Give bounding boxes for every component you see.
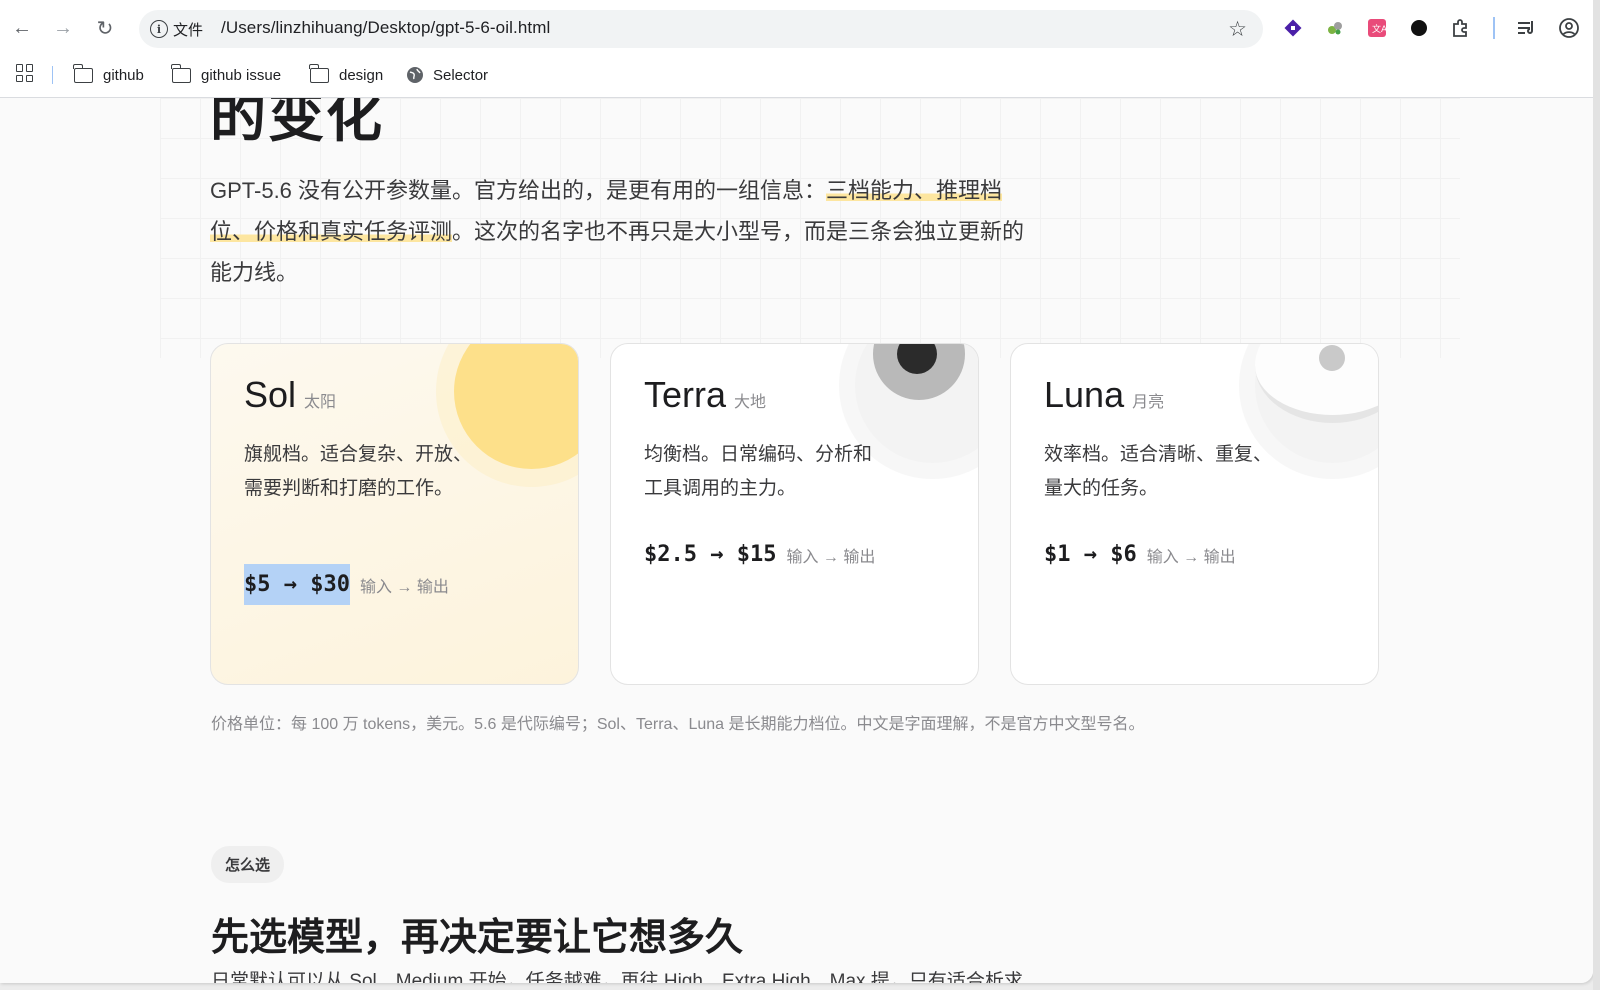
price-footnote: 价格单位：每 100 万 tokens，美元。5.6 是代际编号；Sol、Ter… — [211, 716, 1145, 733]
globe-icon — [407, 67, 423, 83]
bookmark-label: design — [339, 66, 384, 84]
extension-diamond-icon[interactable] — [1282, 17, 1304, 39]
card-description: 旗舰档。适合复杂、开放、需要判断和打磨的工作。 — [244, 444, 473, 499]
bookmark-github[interactable]: github — [73, 62, 144, 88]
toolbar-divider — [1493, 17, 1495, 39]
folder-icon — [309, 63, 329, 83]
card-description: 均衡档。日常编码、分析和工具调用的主力。 — [644, 444, 873, 499]
apps-grid-icon[interactable] — [16, 64, 34, 82]
section-intro-text: 日常默认可以从 Sol、Medium 开始，任务越难，再往 High、Extra… — [211, 971, 1023, 983]
moon-crater-illustration — [1319, 345, 1345, 371]
bookmarks-divider — [52, 66, 53, 84]
card-price: $5 → $30 输入 → 输出 — [244, 564, 449, 605]
url-text[interactable]: /Users/linzhihuang/Desktop/gpt-5-6-oil.h… — [221, 18, 550, 38]
price-note: 输入 → 输出 — [1146, 548, 1236, 566]
card-price: $2.5 → $15 输入 → 输出 — [644, 534, 875, 575]
url-chip[interactable]: 文件 — [173, 19, 203, 40]
reload-icon[interactable]: ↻ — [91, 14, 119, 42]
card-sol: Sol 太阳 旗舰档。适合复杂、开放、需要判断和打磨的工作。 $5 → $30 输… — [210, 343, 579, 685]
bookmark-design[interactable]: design — [309, 62, 384, 88]
card-subtitle: 太阳 — [304, 394, 337, 411]
price-note: 输入 → 输出 — [786, 548, 876, 566]
card-subtitle: 月亮 — [1132, 394, 1165, 411]
reading-list-icon[interactable] — [1515, 17, 1537, 39]
extension-dot-icon[interactable] — [1408, 17, 1430, 39]
bookmark-star-icon[interactable]: ☆ — [1228, 17, 1247, 42]
forward-icon[interactable]: → — [49, 14, 77, 42]
intro-highlight: 三档能力、推理档 — [826, 178, 1003, 203]
price-value: $1 → $6 — [1044, 542, 1137, 567]
bookmark-label: github issue — [201, 66, 282, 84]
profile-icon[interactable] — [1558, 17, 1580, 39]
price-note: 输入 → 输出 — [359, 578, 449, 596]
card-price: $1 → $6 输入 → 输出 — [1044, 534, 1236, 575]
bookmark-label: github — [103, 66, 144, 84]
browser-toolbar: ← → ↻ i 文件 /Users/linzhihuang/Desktop/gp… — [0, 0, 1593, 56]
bookmark-label: Selector — [433, 66, 489, 84]
folder-icon — [73, 63, 93, 83]
svg-text:文A: 文A — [1372, 23, 1387, 35]
info-icon[interactable]: i — [150, 20, 168, 38]
hero-title: 的变化 — [210, 98, 384, 148]
extension-translate-icon[interactable]: 文A — [1366, 17, 1388, 39]
card-terra: Terra 大地 均衡档。日常编码、分析和工具调用的主力。 $2.5 → $15 … — [610, 343, 979, 685]
price-value: $5 → $30 — [244, 564, 350, 605]
section-tag: 怎么选 — [211, 846, 285, 883]
price-value: $2.5 → $15 — [644, 542, 777, 567]
intro-text: 。这次的名字也不再只是大小型号，而是三条会独立更新的 — [452, 219, 1025, 244]
card-title: Sol 太阳 — [244, 374, 337, 415]
intro-text: GPT-5.6 没有公开参数量。官方给出的，是更有用的一组信息： — [210, 178, 827, 203]
intro-text: 能力线。 — [210, 260, 299, 285]
window-edge — [1593, 0, 1600, 990]
extension-puzzle-color-icon[interactable] — [1324, 17, 1346, 39]
page-content: 的变化 GPT-5.6 没有公开参数量。官方给出的，是更有用的一组信息：三档能力… — [0, 98, 1593, 983]
card-description: 效率档。适合清晰、重复、量大的任务。 — [1044, 444, 1273, 499]
extensions-puzzle-icon[interactable] — [1450, 17, 1472, 39]
back-icon[interactable]: ← — [8, 14, 36, 42]
card-title: Luna 月亮 — [1044, 374, 1165, 415]
card-subtitle: 大地 — [734, 394, 767, 411]
intro-highlight: 位、价格和真实任务评测 — [210, 219, 453, 244]
address-bar[interactable]: i 文件 /Users/linzhihuang/Desktop/gpt-5-6-… — [139, 10, 1263, 48]
card-luna: Luna 月亮 效率档。适合清晰、重复、量大的任务。 $1 → $6 输入 → 输… — [1010, 343, 1379, 685]
card-title: Terra 大地 — [644, 374, 767, 415]
bookmark-github-issue[interactable]: github issue — [171, 62, 282, 88]
section-title: 先选模型，再决定要让它想多久 — [211, 917, 744, 959]
bookmark-selector[interactable]: Selector — [406, 62, 488, 88]
folder-icon — [171, 63, 191, 83]
intro-paragraph: GPT-5.6 没有公开参数量。官方给出的，是更有用的一组信息：三档能力、推理档… — [210, 170, 1110, 293]
browser-window: ← → ↻ i 文件 /Users/linzhihuang/Desktop/gp… — [0, 0, 1593, 983]
